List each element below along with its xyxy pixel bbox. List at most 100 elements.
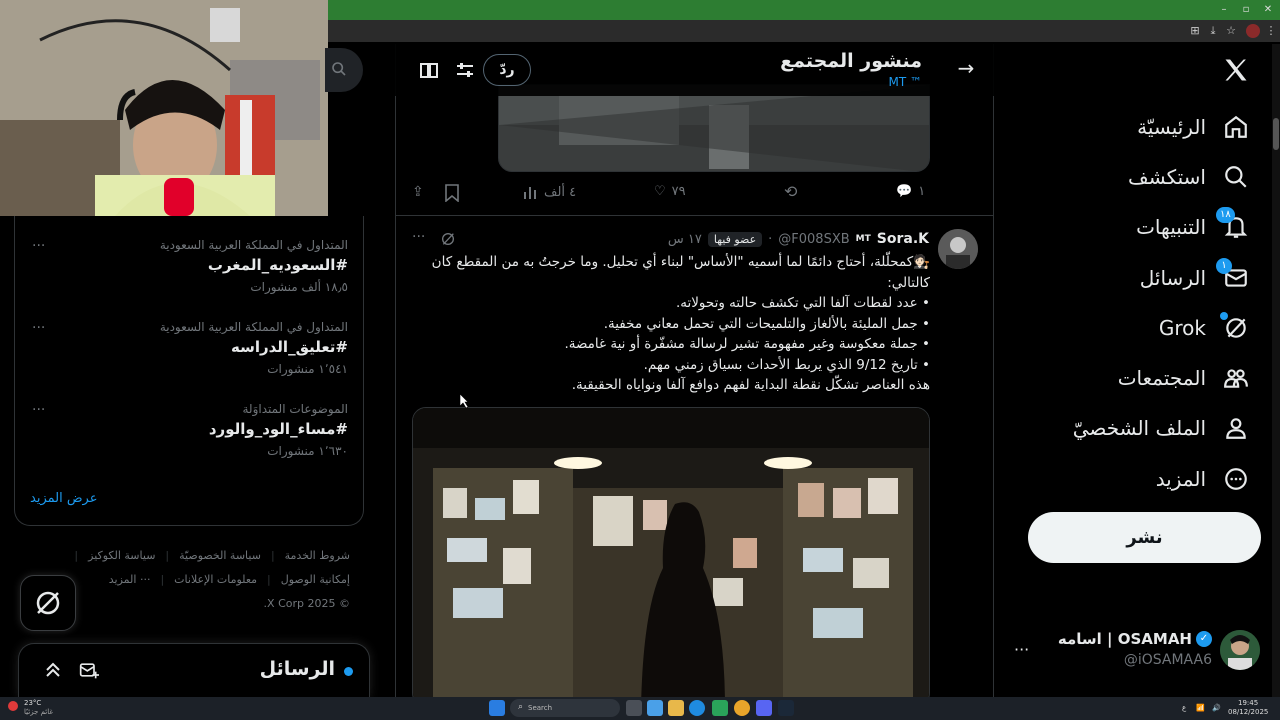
account-switcher[interactable]: اسامه | OSAMAH ✓ @iOSAMAA6 ···: [1010, 626, 1260, 678]
trend-item-3[interactable]: الموضوعات المتداوَلة #مساء_الود_والورد ١…: [14, 402, 364, 458]
scrollbar-thumb[interactable]: [1273, 118, 1279, 150]
post-time[interactable]: ١٧ س: [668, 232, 702, 247]
expand-icon[interactable]: [43, 660, 65, 682]
language-indicator[interactable]: ع: [1182, 704, 1186, 712]
post-bullet-2: • جمل المليئة بالألغاز والتلميحات التي ت…: [603, 315, 930, 332]
post-line-1: 🧑🏻‍⚖️كمحلّلة، أحتاج دائمًا لما أسميه "ال…: [431, 254, 930, 291]
minimize-icon[interactable]: –: [1214, 2, 1234, 18]
replies-count: ١: [918, 184, 926, 199]
menu-icon[interactable]: ⋮: [1264, 24, 1278, 38]
grok-float-button[interactable]: [20, 575, 76, 631]
trend-item-1[interactable]: المتداول في المملكة العربية السعودية #ال…: [14, 238, 364, 294]
trend-more-icon[interactable]: ···: [32, 238, 45, 254]
trend-item-2[interactable]: المتداول في المملكة العربية السعودية #تع…: [14, 320, 364, 376]
views-stat[interactable]: ٤ ألف: [522, 184, 576, 200]
search-icon: [331, 61, 349, 79]
page-subtitle: MT ™: [888, 75, 923, 89]
member-badge: عضو فيها: [707, 231, 763, 247]
new-message-icon[interactable]: [79, 660, 101, 682]
x-logo-icon[interactable]: [1222, 56, 1250, 84]
reply-stat[interactable]: 💬 ١: [896, 184, 925, 199]
task-view-icon[interactable]: [626, 700, 642, 716]
page-scrollbar[interactable]: [1272, 44, 1280, 697]
weather-icon: [8, 701, 18, 711]
nav-explore-label: استكشف: [1128, 165, 1206, 189]
footer-ads-link[interactable]: معلومات الإعلانات: [174, 570, 257, 590]
nav-communities-label: المجتمعات: [1117, 366, 1206, 390]
windows-start-icon[interactable]: [489, 700, 505, 716]
nav-home-label: الرئيسيّة: [1137, 115, 1206, 139]
trend-more-icon[interactable]: ···: [32, 320, 45, 336]
bell-icon: ١٨: [1216, 207, 1250, 241]
file-explorer-icon[interactable]: [668, 700, 684, 716]
post-more-icon[interactable]: ···: [412, 229, 425, 245]
reader-icon[interactable]: [419, 60, 439, 80]
taskbar-search-label: Search: [528, 704, 553, 712]
share-icon[interactable]: ⇪: [412, 184, 430, 202]
footer-privacy-link[interactable]: سياسة الخصوصيّة: [179, 546, 261, 566]
profile-avatar-icon[interactable]: [1246, 24, 1260, 38]
nav-profile[interactable]: الملف الشخصيّ: [1073, 408, 1250, 448]
widgets-icon[interactable]: [647, 700, 663, 716]
footer-more-link[interactable]: ··· المزيد: [109, 570, 151, 590]
reply-button[interactable]: ردّ: [483, 54, 531, 86]
bookmark-icon[interactable]: [444, 184, 462, 203]
trend-hashtag: #مساء_الود_والورد: [208, 420, 348, 438]
grok-icon: [36, 591, 60, 615]
nav-messages-label: الرسائل: [1139, 266, 1206, 290]
account-more-icon[interactable]: ···: [1014, 640, 1029, 659]
trends-show-more-link[interactable]: عرض المزيد: [30, 491, 97, 506]
like-stat[interactable]: ♡ ٧٩: [654, 184, 686, 199]
account-name: اسامه | OSAMAH: [1057, 630, 1192, 648]
post-button[interactable]: نشر: [1028, 512, 1261, 563]
messages-drawer[interactable]: الرسائل: [18, 643, 370, 697]
wifi-icon[interactable]: 📶: [1196, 704, 1205, 712]
clock-date[interactable]: 08/12/2025: [1228, 708, 1268, 716]
grok-icon: [1220, 312, 1250, 342]
trend-more-icon[interactable]: ···: [32, 402, 45, 418]
views-count: ٤ ألف: [544, 184, 577, 200]
chrome-icon[interactable]: [734, 700, 750, 716]
nav-grok[interactable]: Grok: [1159, 308, 1250, 348]
nav-explore[interactable]: استكشف: [1128, 157, 1250, 197]
post-handle[interactable]: @F008SXB: [778, 232, 849, 247]
unread-dot: [344, 667, 353, 676]
steam-icon[interactable]: [778, 700, 794, 716]
nav-notifications[interactable]: ١٨ التنبيهات: [1136, 207, 1250, 247]
reply-icon: 💬: [896, 184, 913, 199]
taskbar-search[interactable]: ⌕ Search: [510, 699, 620, 717]
weather-widget[interactable]: 23°C غائم جزئيًا: [8, 699, 68, 719]
clock-time[interactable]: 19:45: [1238, 699, 1258, 707]
volume-icon[interactable]: 🔊: [1212, 704, 1221, 712]
nav-messages[interactable]: ١ الرسائل: [1140, 258, 1250, 298]
back-arrow-icon[interactable]: →: [954, 56, 978, 80]
discord-icon[interactable]: [756, 700, 772, 716]
verified-icon: ✓: [1196, 631, 1212, 647]
repost-icon[interactable]: ⟲: [784, 182, 797, 201]
footer-accessibility-link[interactable]: إمكانية الوصول: [281, 570, 350, 590]
footer-cookies-link[interactable]: سياسة الكوكيز: [88, 546, 155, 566]
post-media-image[interactable]: [412, 407, 930, 697]
nav-home[interactable]: الرئيسيّة: [1137, 107, 1250, 147]
store-icon[interactable]: [712, 700, 728, 716]
extensions-icon[interactable]: ⊞: [1188, 24, 1202, 38]
trend-hashtag: #تعليق_الدراسه: [231, 338, 348, 356]
star-icon[interactable]: ☆: [1224, 24, 1238, 38]
prev-post-image[interactable]: [498, 84, 930, 172]
close-icon[interactable]: ✕: [1258, 2, 1278, 18]
post-author[interactable]: Sora.K: [877, 231, 929, 247]
footer-terms-link[interactable]: شروط الخدمة: [285, 546, 350, 566]
webcam-image: [0, 0, 328, 216]
filter-icon[interactable]: [455, 60, 475, 80]
nav-more[interactable]: المزيد: [1156, 459, 1250, 499]
maximize-icon[interactable]: ▫: [1236, 2, 1256, 18]
main-column: ⇪ ٤ ألف ♡ ٧٩ ⟲ 💬 ١ Sora.K MT @F008SXB · …: [395, 44, 994, 697]
post-avatar[interactable]: [938, 229, 978, 269]
search-input[interactable]: [325, 48, 363, 92]
nav-communities[interactable]: المجتمعات: [1118, 358, 1250, 398]
edge-icon[interactable]: [689, 700, 705, 716]
grok-explain-icon[interactable]: [440, 231, 458, 249]
post-bullet-4: • تاريخ 9/12 الذي يربط الأحداث بسياق زمن…: [643, 356, 930, 373]
footer-copyright: © 2025 X Corp.: [263, 597, 350, 610]
download-icon[interactable]: ⤓: [1206, 24, 1220, 38]
